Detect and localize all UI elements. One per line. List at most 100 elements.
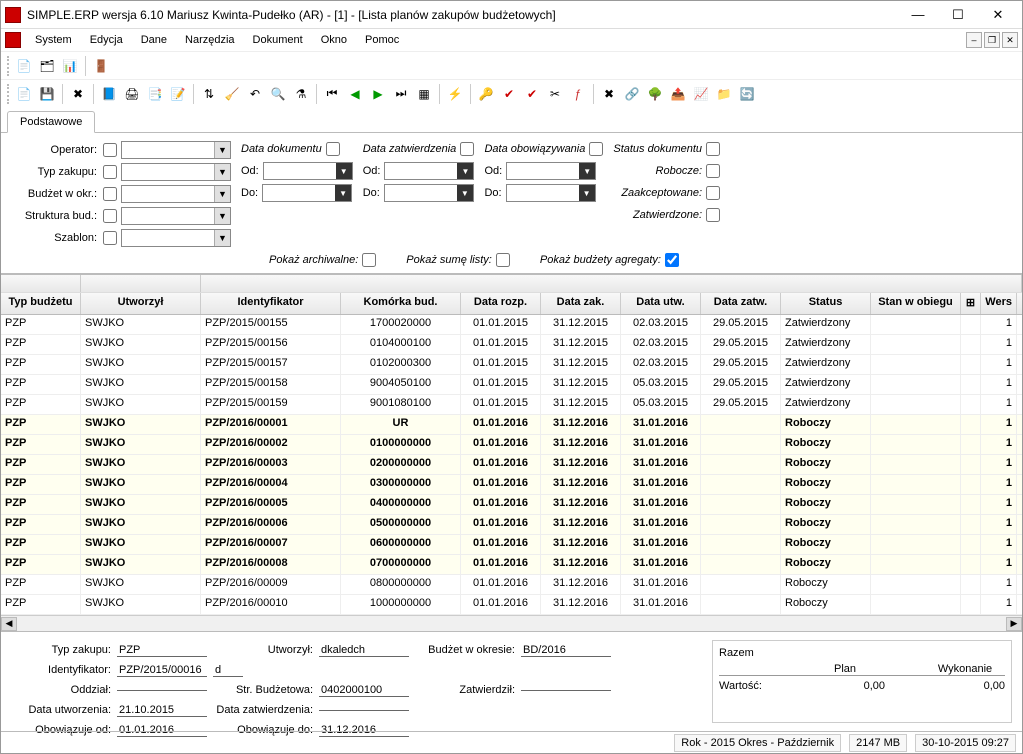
tb-first-icon[interactable]: ⏮ bbox=[322, 84, 342, 104]
tb-doc1-icon[interactable]: 📘 bbox=[99, 84, 119, 104]
table-row[interactable]: PZPSWJKOPZP/2015/00159900108010001.01.20… bbox=[1, 395, 1022, 415]
scroll-left-icon[interactable]: ◀ bbox=[1, 617, 17, 631]
mdi-restore-button[interactable]: ❐ bbox=[984, 32, 1000, 48]
combo-typ-zakupu[interactable]: ▼ bbox=[121, 163, 231, 181]
tb-icon-2[interactable]: 🗂 bbox=[37, 56, 57, 76]
menu-dokument[interactable]: Dokument bbox=[245, 32, 311, 48]
date-od-1[interactable]: ▼ bbox=[263, 162, 353, 180]
table-row[interactable]: PZPSWJKOPZP/2016/00005040000000001.01.20… bbox=[1, 495, 1022, 515]
col-utworzyl[interactable]: Utworzył bbox=[81, 293, 201, 314]
tb-doc2-icon[interactable]: 📑 bbox=[145, 84, 165, 104]
col-data-zak[interactable]: Data zak. bbox=[541, 293, 621, 314]
table-row[interactable]: PZPSWJKOPZP/2016/00004030000000001.01.20… bbox=[1, 475, 1022, 495]
table-row[interactable]: PZPSWJKOPZP/2016/00008070000000001.01.20… bbox=[1, 555, 1022, 575]
tb-find-icon[interactable]: 🔍 bbox=[268, 84, 288, 104]
chk-archiwalne[interactable] bbox=[362, 253, 376, 267]
col-identyfikator[interactable]: Identyfikator bbox=[201, 293, 341, 314]
table-row[interactable]: PZPSWJKOPZP/2016/00009080000000001.01.20… bbox=[1, 575, 1022, 595]
col-stan-w-obiegu[interactable]: Stan w obiegu bbox=[871, 293, 961, 314]
table-row[interactable]: PZPSWJKOPZP/2015/00156010400010001.01.20… bbox=[1, 335, 1022, 355]
tb-chart-icon[interactable]: 📈 bbox=[691, 84, 711, 104]
table-row[interactable]: PZPSWJKOPZP/2016/00007060000000001.01.20… bbox=[1, 535, 1022, 555]
col-data-zatw[interactable]: Data zatw. bbox=[701, 293, 781, 314]
tab-podstawowe[interactable]: Podstawowe bbox=[7, 111, 95, 133]
table-row[interactable]: PZPSWJKOPZP/2016/00010100000000001.01.20… bbox=[1, 595, 1022, 615]
tb-print-icon[interactable]: 🖨 bbox=[122, 84, 142, 104]
tb-tree-icon[interactable]: 🌳 bbox=[645, 84, 665, 104]
chk-status-dokumentu[interactable] bbox=[706, 142, 720, 156]
col-typ-budzetu[interactable]: Typ budżetu bbox=[1, 293, 81, 314]
menu-edycja[interactable]: Edycja bbox=[82, 32, 131, 48]
tb-bolt-icon[interactable]: ⚡ bbox=[445, 84, 465, 104]
date-od-2[interactable]: ▼ bbox=[384, 162, 474, 180]
mdi-minimize-button[interactable]: – bbox=[966, 32, 982, 48]
tb-clear-icon[interactable]: 🧹 bbox=[222, 84, 242, 104]
chk-sume-listy[interactable] bbox=[496, 253, 510, 267]
mdi-close-button[interactable]: ✕ bbox=[1002, 32, 1018, 48]
col-extra[interactable]: ⊞ bbox=[961, 293, 981, 314]
chk-data-dokumentu[interactable] bbox=[326, 142, 340, 156]
tb-refresh-icon[interactable]: 🔄 bbox=[737, 84, 757, 104]
chk-szablon[interactable] bbox=[103, 231, 117, 245]
chk-zaakceptowane[interactable] bbox=[706, 186, 720, 200]
tb-filter-icon[interactable]: ⚗ bbox=[291, 84, 311, 104]
tb-export-icon[interactable]: 📤 bbox=[668, 84, 688, 104]
date-do-3[interactable]: ▼ bbox=[506, 184, 596, 202]
menu-pomoc[interactable]: Pomoc bbox=[357, 32, 407, 48]
tb-save-icon[interactable]: 💾 bbox=[37, 84, 57, 104]
close-button[interactable]: ✕ bbox=[978, 3, 1018, 27]
chk-data-obowiazywania[interactable] bbox=[589, 142, 603, 156]
tb-undo-icon[interactable]: ↶ bbox=[245, 84, 265, 104]
chk-zatwierdzone[interactable] bbox=[706, 208, 720, 222]
menu-dane[interactable]: Dane bbox=[133, 32, 175, 48]
tb-check1-icon[interactable]: ✔ bbox=[499, 84, 519, 104]
tb-doc3-icon[interactable]: 📝 bbox=[168, 84, 188, 104]
menu-okno[interactable]: Okno bbox=[313, 32, 355, 48]
tb-cut-icon[interactable]: ✂ bbox=[545, 84, 565, 104]
table-row[interactable]: PZPSWJKOPZP/2016/00001UR01.01.201631.12.… bbox=[1, 415, 1022, 435]
tb-sort-icon[interactable]: ⇅ bbox=[199, 84, 219, 104]
tb-link-icon[interactable]: 🔗 bbox=[622, 84, 642, 104]
tb-fx-icon[interactable]: ƒ bbox=[568, 84, 588, 104]
menu-system[interactable]: System bbox=[27, 32, 80, 48]
date-do-2[interactable]: ▼ bbox=[384, 184, 474, 202]
maximize-button[interactable]: ☐ bbox=[938, 3, 978, 27]
tb-next-icon[interactable]: ▶ bbox=[368, 84, 388, 104]
combo-struktura[interactable]: ▼ bbox=[121, 207, 231, 225]
col-status[interactable]: Status bbox=[781, 293, 871, 314]
col-data-rozp[interactable]: Data rozp. bbox=[461, 293, 541, 314]
col-komorka[interactable]: Komórka bud. bbox=[341, 293, 461, 314]
scroll-right-icon[interactable]: ▶ bbox=[1006, 617, 1022, 631]
tb-new-icon[interactable]: 📄 bbox=[14, 84, 34, 104]
chk-struktura[interactable] bbox=[103, 209, 117, 223]
date-do-1[interactable]: ▼ bbox=[262, 184, 352, 202]
chk-budzety-agregaty[interactable] bbox=[665, 253, 679, 267]
col-data-utw[interactable]: Data utw. bbox=[621, 293, 701, 314]
horizontal-scrollbar[interactable]: ◀ ▶ bbox=[1, 615, 1022, 631]
tb-folder-icon[interactable]: 📁 bbox=[714, 84, 734, 104]
grid-body[interactable]: PZPSWJKOPZP/2015/00155170002000001.01.20… bbox=[1, 315, 1022, 615]
tb-remove-icon[interactable]: ✖ bbox=[599, 84, 619, 104]
tb-grid-icon[interactable]: ▦ bbox=[414, 84, 434, 104]
chk-budzet[interactable] bbox=[103, 187, 117, 201]
table-row[interactable]: PZPSWJKOPZP/2015/00157010200030001.01.20… bbox=[1, 355, 1022, 375]
tb-delete-icon[interactable]: ✖ bbox=[68, 84, 88, 104]
table-row[interactable]: PZPSWJKOPZP/2016/00003020000000001.01.20… bbox=[1, 455, 1022, 475]
tb-icon-1[interactable]: 📄 bbox=[14, 56, 34, 76]
combo-szablon[interactable]: ▼ bbox=[121, 229, 231, 247]
tb-prev-icon[interactable]: ◀ bbox=[345, 84, 365, 104]
table-row[interactable]: PZPSWJKOPZP/2016/00002010000000001.01.20… bbox=[1, 435, 1022, 455]
chk-robocze[interactable] bbox=[706, 164, 720, 178]
combo-operator[interactable]: ▼ bbox=[121, 141, 231, 159]
chk-data-zatwierdzenia[interactable] bbox=[460, 142, 474, 156]
date-od-3[interactable]: ▼ bbox=[506, 162, 596, 180]
minimize-button[interactable]: — bbox=[898, 3, 938, 27]
table-row[interactable]: PZPSWJKOPZP/2015/00158900405010001.01.20… bbox=[1, 375, 1022, 395]
table-row[interactable]: PZPSWJKOPZP/2015/00155170002000001.01.20… bbox=[1, 315, 1022, 335]
menu-narzedzia[interactable]: Narzędzia bbox=[177, 32, 243, 48]
tb-icon-3[interactable]: 📊 bbox=[60, 56, 80, 76]
col-wers[interactable]: Wers bbox=[981, 293, 1017, 314]
tb-exit-icon[interactable]: 🚪 bbox=[91, 56, 111, 76]
tb-check2-icon[interactable]: ✔ bbox=[522, 84, 542, 104]
combo-budzet[interactable]: ▼ bbox=[121, 185, 231, 203]
